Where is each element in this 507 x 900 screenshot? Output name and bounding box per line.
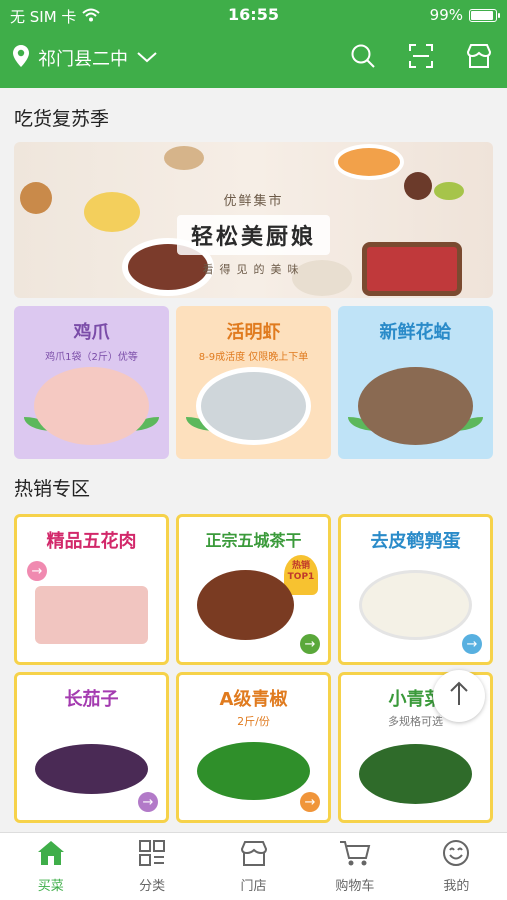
product-title: A级青椒 <box>219 689 288 710</box>
store-icon <box>239 839 269 871</box>
store-button[interactable] <box>465 44 493 72</box>
arrow-up-icon <box>448 681 470 711</box>
chevron-down-icon <box>136 49 158 68</box>
product-image <box>35 586 148 644</box>
back-to-top-button[interactable] <box>433 670 485 722</box>
tab-store[interactable]: 门店 <box>203 833 304 900</box>
banner-decoration <box>164 146 204 170</box>
promo-image <box>34 367 149 445</box>
battery-percent: 99% <box>429 6 463 24</box>
scan-button[interactable] <box>407 44 435 72</box>
product-image <box>197 742 310 800</box>
promo-card-chicken-feet[interactable]: 鸡爪 鸡爪1袋（2斤）优等 <box>14 306 169 459</box>
store-icon <box>465 43 493 73</box>
product-image <box>35 744 148 794</box>
location-pin-icon <box>12 44 30 72</box>
arrow-right-icon: → <box>300 634 320 654</box>
product-card-quail-eggs[interactable]: 去皮鹌鹑蛋 → <box>338 514 493 665</box>
tab-categories[interactable]: 分类 <box>101 833 202 900</box>
product-title: 长茄子 <box>64 689 119 710</box>
tab-label: 买菜 <box>37 879 64 894</box>
tab-label: 我的 <box>443 879 470 894</box>
banner-subtitle: 看得见的美味 <box>202 263 305 276</box>
tab-profile[interactable]: 我的 <box>406 833 507 900</box>
promo-title: 活明虾 <box>226 322 281 343</box>
banner-decoration <box>334 144 404 180</box>
bottom-tab-bar: 买菜 分类 门店 购物车 我的 <box>0 832 507 900</box>
promo-title: 鸡爪 <box>73 322 110 343</box>
promo-title: 新鲜花蛤 <box>379 322 452 343</box>
scan-icon <box>408 43 434 73</box>
smile-icon <box>442 839 470 871</box>
status-bar: 无 SIM 卡 16:55 99% <box>0 0 507 30</box>
arrow-right-icon: → <box>300 792 320 812</box>
product-subtitle: 2斤/份 <box>237 715 270 728</box>
home-content[interactable]: 吃货复苏季 优鲜集市 轻松美厨娘 看得见的美味 鸡爪 鸡爪1袋（2斤）优等 活明… <box>0 88 507 832</box>
product-card-pork-belly[interactable]: 精品五花肉 → <box>14 514 169 665</box>
recommend-section-title: 吃货复苏季 <box>14 108 110 130</box>
product-title: 精品五花肉 <box>46 531 137 552</box>
location-selector[interactable]: 祁门县二中 <box>12 44 158 72</box>
promo-card-clams[interactable]: 新鲜花蛤 <box>338 306 493 459</box>
product-image <box>359 744 472 804</box>
product-image <box>359 570 472 640</box>
tab-label: 门店 <box>240 879 267 894</box>
arrow-right-icon: → <box>462 634 482 654</box>
promo-image <box>358 367 473 445</box>
product-card-green-pepper[interactable]: A级青椒 2斤/份 → <box>176 672 331 823</box>
promo-row: 鸡爪 鸡爪1袋（2斤）优等 活明虾 8-9成活度 仅限晚上下单 新鲜花蛤 <box>14 306 493 459</box>
product-card-dried-tofu[interactable]: 正宗五城茶干 热销TOP1 → <box>176 514 331 665</box>
product-title: 去皮鹌鹑蛋 <box>370 531 461 552</box>
tab-buy-groceries[interactable]: 买菜 <box>0 833 101 900</box>
promo-card-shrimp[interactable]: 活明虾 8-9成活度 仅限晚上下单 <box>176 306 331 459</box>
promo-subtitle: 鸡爪1袋（2斤）优等 <box>45 352 138 363</box>
battery-icon <box>469 8 500 22</box>
promo-subtitle: 8-9成活度 仅限晚上下单 <box>198 352 309 363</box>
top-nav-bar: 祁门县二中 <box>0 30 507 88</box>
arrow-right-icon: → <box>27 561 47 581</box>
product-card-eggplant[interactable]: 长茄子 → <box>14 672 169 823</box>
cart-icon <box>339 839 371 871</box>
promo-image <box>196 367 311 445</box>
home-icon <box>36 839 66 871</box>
grid-icon <box>138 839 166 871</box>
hot-products-grid: 精品五花肉 → 正宗五城茶干 热销TOP1 → 去皮鹌鹑蛋 → 长茄子 → A级… <box>14 514 493 823</box>
location-label: 祁门县二中 <box>38 49 128 70</box>
search-button[interactable] <box>349 44 377 72</box>
banner-brand: 优鲜集市 <box>223 194 284 209</box>
search-icon <box>350 43 376 73</box>
hero-banner[interactable]: 优鲜集市 轻松美厨娘 看得见的美味 <box>14 142 493 298</box>
arrow-right-icon: → <box>138 792 158 812</box>
banner-tagline: 轻松美厨娘 <box>176 215 330 255</box>
tab-label: 分类 <box>139 879 166 894</box>
tab-label: 购物车 <box>335 879 375 894</box>
product-title: 正宗五城茶干 <box>205 531 302 550</box>
product-image <box>197 570 294 640</box>
tab-cart[interactable]: 购物车 <box>304 833 405 900</box>
hot-section-title: 热销专区 <box>14 478 91 500</box>
